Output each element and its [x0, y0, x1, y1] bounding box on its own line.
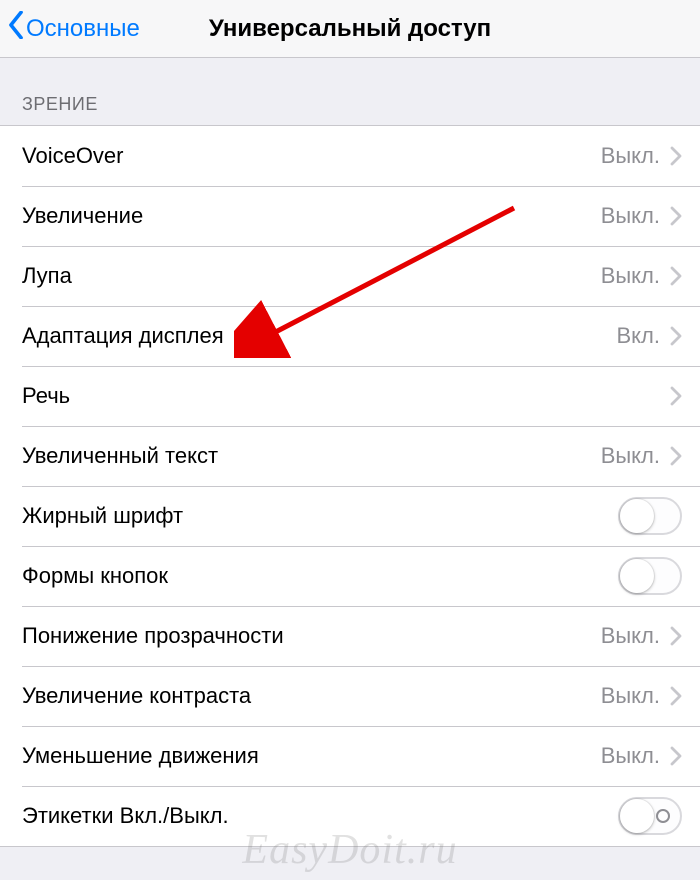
row-label: Увеличение контраста: [22, 683, 601, 709]
row-voiceover[interactable]: VoiceOver Выкл.: [0, 126, 700, 186]
chevron-right-icon: [670, 386, 682, 406]
switch-toggle[interactable]: [618, 497, 682, 535]
navbar: Основные Универсальный доступ: [0, 0, 700, 58]
row-speech[interactable]: Речь: [0, 366, 700, 426]
row-magnifier[interactable]: Лупа Выкл.: [0, 246, 700, 306]
chevron-right-icon: [670, 326, 682, 346]
row-label: Этикетки Вкл./Выкл.: [22, 803, 618, 829]
row-label: Увеличенный текст: [22, 443, 601, 469]
row-label: Жирный шрифт: [22, 503, 618, 529]
back-label: Основные: [26, 15, 140, 43]
row-label: Речь: [22, 383, 660, 409]
settings-list: VoiceOver Выкл. Увеличение Выкл. Лупа Вы…: [0, 125, 700, 847]
row-value: Выкл.: [601, 263, 660, 289]
row-label: VoiceOver: [22, 143, 601, 169]
row-reduce-transparency[interactable]: Понижение прозрачности Выкл.: [0, 606, 700, 666]
row-label: Увеличение: [22, 203, 601, 229]
row-value: Выкл.: [601, 443, 660, 469]
switch-toggle[interactable]: [618, 557, 682, 595]
row-label: Лупа: [22, 263, 601, 289]
switch-toggle[interactable]: [618, 797, 682, 835]
row-display-accommodations[interactable]: Адаптация дисплея Вкл.: [0, 306, 700, 366]
row-label: Формы кнопок: [22, 563, 618, 589]
row-value: Выкл.: [601, 683, 660, 709]
row-zoom[interactable]: Увеличение Выкл.: [0, 186, 700, 246]
chevron-right-icon: [670, 146, 682, 166]
chevron-left-icon: [8, 11, 24, 46]
row-button-shapes[interactable]: Формы кнопок: [0, 546, 700, 606]
row-value: Выкл.: [601, 623, 660, 649]
chevron-right-icon: [670, 266, 682, 286]
section-header-vision: ЗРЕНИЕ: [0, 58, 700, 125]
row-increase-contrast[interactable]: Увеличение контраста Выкл.: [0, 666, 700, 726]
row-value: Выкл.: [601, 203, 660, 229]
row-label: Уменьшение движения: [22, 743, 601, 769]
row-reduce-motion[interactable]: Уменьшение движения Выкл.: [0, 726, 700, 786]
back-button[interactable]: Основные: [8, 11, 140, 46]
row-label: Понижение прозрачности: [22, 623, 601, 649]
chevron-right-icon: [670, 626, 682, 646]
row-larger-text[interactable]: Увеличенный текст Выкл.: [0, 426, 700, 486]
chevron-right-icon: [670, 206, 682, 226]
row-onoff-labels[interactable]: Этикетки Вкл./Выкл.: [0, 786, 700, 846]
row-value: Вкл.: [617, 323, 661, 349]
row-value: Выкл.: [601, 743, 660, 769]
row-bold-text[interactable]: Жирный шрифт: [0, 486, 700, 546]
chevron-right-icon: [670, 446, 682, 466]
row-value: Выкл.: [601, 143, 660, 169]
chevron-right-icon: [670, 746, 682, 766]
row-label: Адаптация дисплея: [22, 323, 617, 349]
chevron-right-icon: [670, 686, 682, 706]
